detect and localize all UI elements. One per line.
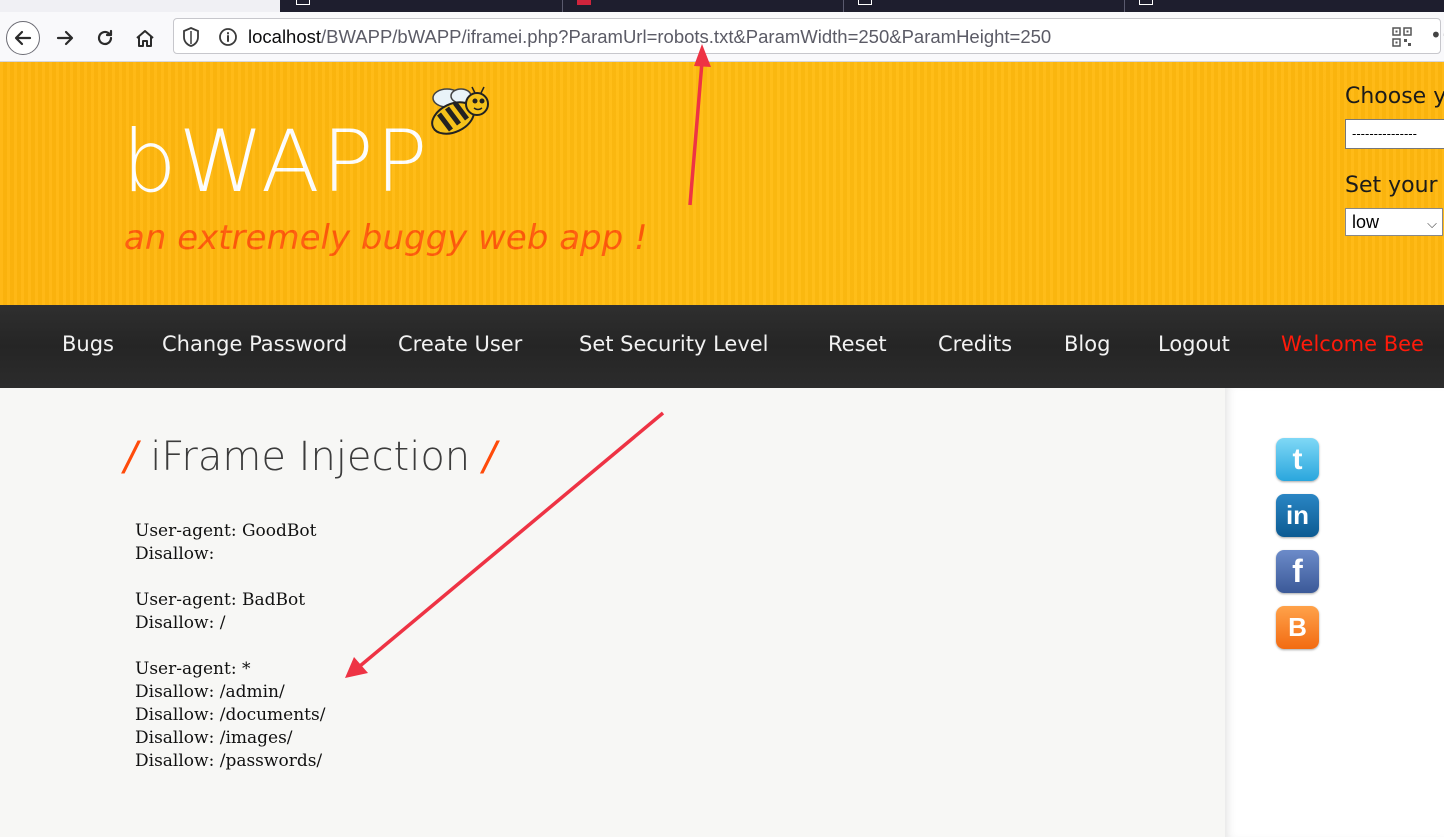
blogger-icon[interactable]: B <box>1276 606 1319 649</box>
tab-separator <box>562 0 563 12</box>
facebook-icon[interactable]: f <box>1276 550 1319 593</box>
shield-icon[interactable] <box>182 27 200 47</box>
blogger-glyph: B <box>1288 612 1307 642</box>
qr-code-icon[interactable] <box>1392 27 1412 47</box>
back-button[interactable] <box>6 21 40 55</box>
security-level-value: low <box>1352 212 1380 232</box>
site-header: bWAPP an extremely buggy web app ! Choos… <box>0 62 1444 305</box>
title-slash-right: / <box>482 434 497 480</box>
menu-item-create-user[interactable]: Create User <box>398 332 522 356</box>
bug-select[interactable]: --------------- <box>1345 119 1444 149</box>
address-bar[interactable]: localhost/BWAPP/bWAPP/iframei.php?ParamU… <box>173 18 1444 54</box>
facebook-glyph: f <box>1292 553 1303 589</box>
arrow-left-icon <box>14 30 32 46</box>
security-level-select[interactable]: low ⌵ <box>1345 208 1443 236</box>
security-level-label: Set your <box>1345 173 1438 198</box>
menu-item-logout[interactable]: Logout <box>1158 332 1230 356</box>
tab-separator <box>1124 0 1125 12</box>
tab-favicon[interactable] <box>858 0 872 5</box>
browser-toolbar: localhost/BWAPP/bWAPP/iframei.php?ParamU… <box>0 12 1444 62</box>
bug-controls: Choose y --------------- Set your low ⌵ <box>1345 84 1444 236</box>
menu-item-set-security-level[interactable]: Set Security Level <box>579 332 769 356</box>
home-button[interactable] <box>128 21 162 55</box>
tab-favicon[interactable] <box>1139 0 1153 5</box>
robots-txt-content: User-agent: GoodBot Disallow: User-agent… <box>135 521 326 771</box>
bee-icon <box>431 86 489 135</box>
url-path: /BWAPP/bWAPP/iframei.php?ParamUrl=robots… <box>321 26 1052 47</box>
menu-item-blog[interactable]: Blog <box>1064 332 1110 356</box>
tab-separator <box>843 0 844 12</box>
menu-item-change-password[interactable]: Change Password <box>162 332 347 356</box>
url-text[interactable]: localhost/BWAPP/bWAPP/iframei.php?ParamU… <box>248 26 1051 48</box>
title-slash-left: / <box>124 434 138 480</box>
reload-button[interactable] <box>88 21 122 55</box>
forward-button[interactable] <box>48 21 82 55</box>
main-menu: Bugs Change Password Create User Set Sec… <box>0 305 1444 388</box>
tab-favicon[interactable] <box>577 0 591 5</box>
page-title-text: iFrame Injection <box>150 434 471 480</box>
site-logo[interactable]: bWAPP <box>122 112 429 212</box>
url-host: localhost <box>248 26 322 47</box>
info-icon[interactable] <box>218 27 238 47</box>
tab-favicon[interactable] <box>296 0 310 5</box>
injected-iframe[interactable]: User-agent: GoodBot Disallow: User-agent… <box>135 520 535 780</box>
welcome-user: Welcome Bee <box>1281 332 1424 356</box>
page-title: / iFrame Injection / <box>124 434 496 480</box>
menu-item-bugs[interactable]: Bugs <box>62 332 114 356</box>
menu-item-credits[interactable]: Credits <box>938 332 1012 356</box>
more-actions-icon[interactable]: •· <box>1430 23 1444 47</box>
choose-bug-label: Choose y <box>1345 84 1444 109</box>
twitter-icon[interactable]: t <box>1276 438 1319 481</box>
home-icon <box>136 30 154 47</box>
sidebar <box>1225 388 1444 837</box>
browser-tab-strip <box>0 0 1444 12</box>
twitter-glyph: t <box>1292 442 1303 476</box>
reload-icon <box>97 29 113 46</box>
site-tagline: an extremely buggy web app ! <box>124 218 648 258</box>
linkedin-glyph: in <box>1285 500 1310 530</box>
arrow-right-icon <box>56 30 74 46</box>
linkedin-icon[interactable]: in <box>1276 494 1319 537</box>
menu-item-reset[interactable]: Reset <box>828 332 887 356</box>
chevron-down-icon: ⌵ <box>1427 216 1437 231</box>
